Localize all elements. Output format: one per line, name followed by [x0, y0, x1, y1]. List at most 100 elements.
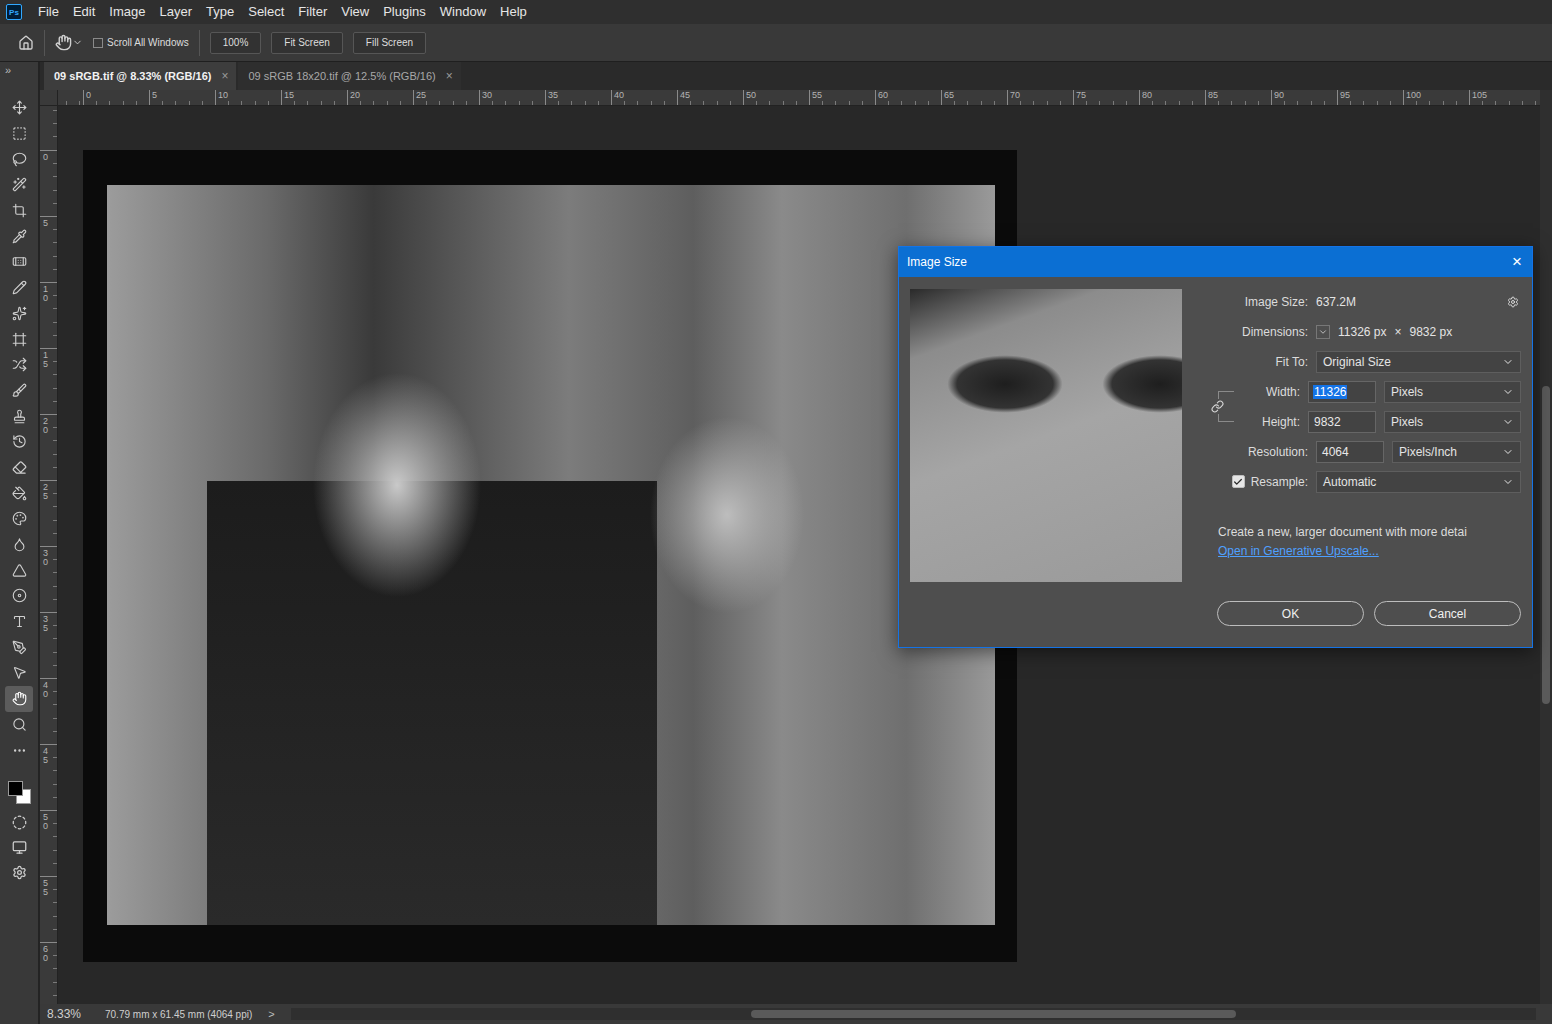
menu-item[interactable]: Type: [199, 0, 241, 24]
tool-button[interactable]: [5, 249, 33, 275]
menu-item[interactable]: Image: [102, 0, 152, 24]
tool-button[interactable]: [5, 686, 33, 712]
info-menu-button[interactable]: >: [262, 1008, 280, 1020]
zoom-option-button[interactable]: Fit Screen: [271, 32, 343, 54]
tool-button[interactable]: [5, 480, 33, 506]
menu-item[interactable]: View: [334, 0, 376, 24]
menu-item[interactable]: Help: [493, 0, 534, 24]
screen-mode-icon[interactable]: [12, 840, 27, 855]
size-input[interactable]: 9832: [1308, 411, 1376, 433]
foreground-color-swatch[interactable]: [8, 781, 23, 796]
tool-preset-picker[interactable]: [55, 34, 83, 51]
constrain-toggle[interactable]: [1211, 399, 1224, 414]
menu-item[interactable]: Select: [241, 0, 291, 24]
tool-button[interactable]: [5, 403, 33, 429]
tool-button[interactable]: [5, 557, 33, 583]
dialog-button[interactable]: Cancel: [1374, 601, 1521, 626]
menu-item[interactable]: Filter: [291, 0, 334, 24]
resample-checkbox[interactable]: [1232, 475, 1245, 488]
tool-button[interactable]: [5, 506, 33, 532]
unit-select[interactable]: Pixels: [1384, 381, 1521, 403]
scroll-thumb[interactable]: [1542, 386, 1550, 704]
size-input[interactable]: 11326: [1308, 381, 1376, 403]
dialog-button[interactable]: OK: [1217, 601, 1364, 626]
menu-item[interactable]: Plugins: [376, 0, 433, 24]
fit-to-select[interactable]: Original Size: [1316, 351, 1521, 373]
tool-button[interactable]: [5, 634, 33, 660]
tab-close-button[interactable]: ×: [446, 69, 453, 83]
scroll-thumb[interactable]: [751, 1010, 1236, 1018]
horizontal-scrollbar[interactable]: [291, 1008, 1536, 1020]
scroll-all-windows-checkbox[interactable]: Scroll All Windows: [93, 37, 189, 48]
spot-icon: [12, 306, 27, 321]
tool-button[interactable]: [5, 121, 33, 147]
close-button[interactable]: ×: [1510, 252, 1524, 272]
crop-icon: [12, 203, 27, 218]
home-button[interactable]: [18, 35, 34, 51]
frame-icon: [12, 332, 27, 347]
zoom-level[interactable]: 8.33%: [47, 1007, 95, 1021]
tool-button[interactable]: [5, 172, 33, 198]
history-brush-icon: [12, 434, 27, 449]
tool-button[interactable]: [5, 583, 33, 609]
options-bar: Scroll All Windows 100% Fit Screen Fill Scr…: [0, 24, 1552, 62]
dimensions-unit-dropdown[interactable]: [1316, 325, 1330, 339]
healing-icon: [12, 254, 27, 269]
chevron-down-icon: [1318, 327, 1328, 337]
quick-mask-icon[interactable]: [12, 815, 27, 830]
ruler-label: 60: [875, 90, 941, 105]
ruler-label: 50: [43, 813, 49, 831]
unit-select[interactable]: Pixels: [1384, 411, 1521, 433]
tool-button[interactable]: [5, 223, 33, 249]
tool-button[interactable]: [5, 609, 33, 635]
document-tab[interactable]: 09 sRGB.tif @ 8.33% (RGB/16)×: [44, 62, 236, 90]
resolution-input[interactable]: 4064: [1316, 441, 1384, 463]
ruler-label: 100: [1403, 90, 1469, 105]
menu-bar: PsFileEditImageLayerTypeSelectFilterView…: [0, 0, 1552, 24]
generative-upscale-link[interactable]: Open in Generative Upscale...: [1210, 544, 1521, 558]
tab-close-button[interactable]: ×: [221, 69, 228, 83]
tool-button[interactable]: [5, 532, 33, 558]
tool-button[interactable]: [5, 429, 33, 455]
tool-button[interactable]: [5, 95, 33, 121]
tool-button[interactable]: [5, 301, 33, 327]
tool-button[interactable]: [5, 352, 33, 378]
dialog-title-bar[interactable]: Image Size×: [899, 247, 1532, 277]
tool-button[interactable]: [5, 198, 33, 224]
vertical-scrollbar[interactable]: [1540, 106, 1552, 1004]
settings-button[interactable]: [1507, 296, 1521, 308]
menu-item[interactable]: Edit: [66, 0, 102, 24]
photoshop-window: PsFileEditImageLayerTypeSelectFilterView…: [0, 0, 1552, 1024]
tool-button[interactable]: [5, 275, 33, 301]
resolution-unit-select[interactable]: Pixels/Inch: [1392, 441, 1521, 463]
checkbox-box[interactable]: [93, 38, 103, 48]
tool-button[interactable]: [5, 326, 33, 352]
tool-button[interactable]: [5, 378, 33, 404]
tool-button[interactable]: [5, 737, 33, 763]
menu-item[interactable]: Layer: [153, 0, 200, 24]
menu-item[interactable]: File: [31, 0, 66, 24]
document-info: 70.79 mm x 61.45 mm (4064 ppi): [105, 1009, 252, 1020]
ruler-label: 25: [413, 90, 479, 105]
settings-icon[interactable]: [12, 865, 27, 880]
tool-button[interactable]: [5, 660, 33, 686]
ruler-label: 70: [1007, 90, 1073, 105]
document-tab[interactable]: 09 sRGB 18x20.tif @ 12.5% (RGB/16)×: [238, 62, 460, 90]
tool-button[interactable]: [5, 455, 33, 481]
preview[interactable]: [910, 289, 1182, 582]
tool-button[interactable]: [5, 712, 33, 738]
image-size-dialog: Image Size×Image Size:637.2MDimensions:1…: [898, 246, 1533, 648]
zoom-option-button[interactable]: 100%: [210, 32, 262, 54]
collapse-toggle[interactable]: »: [0, 64, 11, 80]
ruler-label: 15: [281, 90, 347, 105]
menu-item[interactable]: Window: [433, 0, 493, 24]
zoom-option-button[interactable]: Fill Screen: [353, 32, 426, 54]
resolution-row: Resolution:4064Pixels/Inch: [1210, 439, 1521, 464]
ruler-label: 80: [1139, 90, 1205, 105]
move-icon: [12, 100, 27, 115]
resample-select[interactable]: Automatic: [1316, 471, 1521, 493]
horizontal-ruler: 0510152025303540455055606570758085909510…: [58, 90, 1540, 106]
color-swatches[interactable]: [6, 779, 32, 805]
tool-button[interactable]: [5, 146, 33, 172]
ruler-label: 0: [43, 153, 49, 162]
